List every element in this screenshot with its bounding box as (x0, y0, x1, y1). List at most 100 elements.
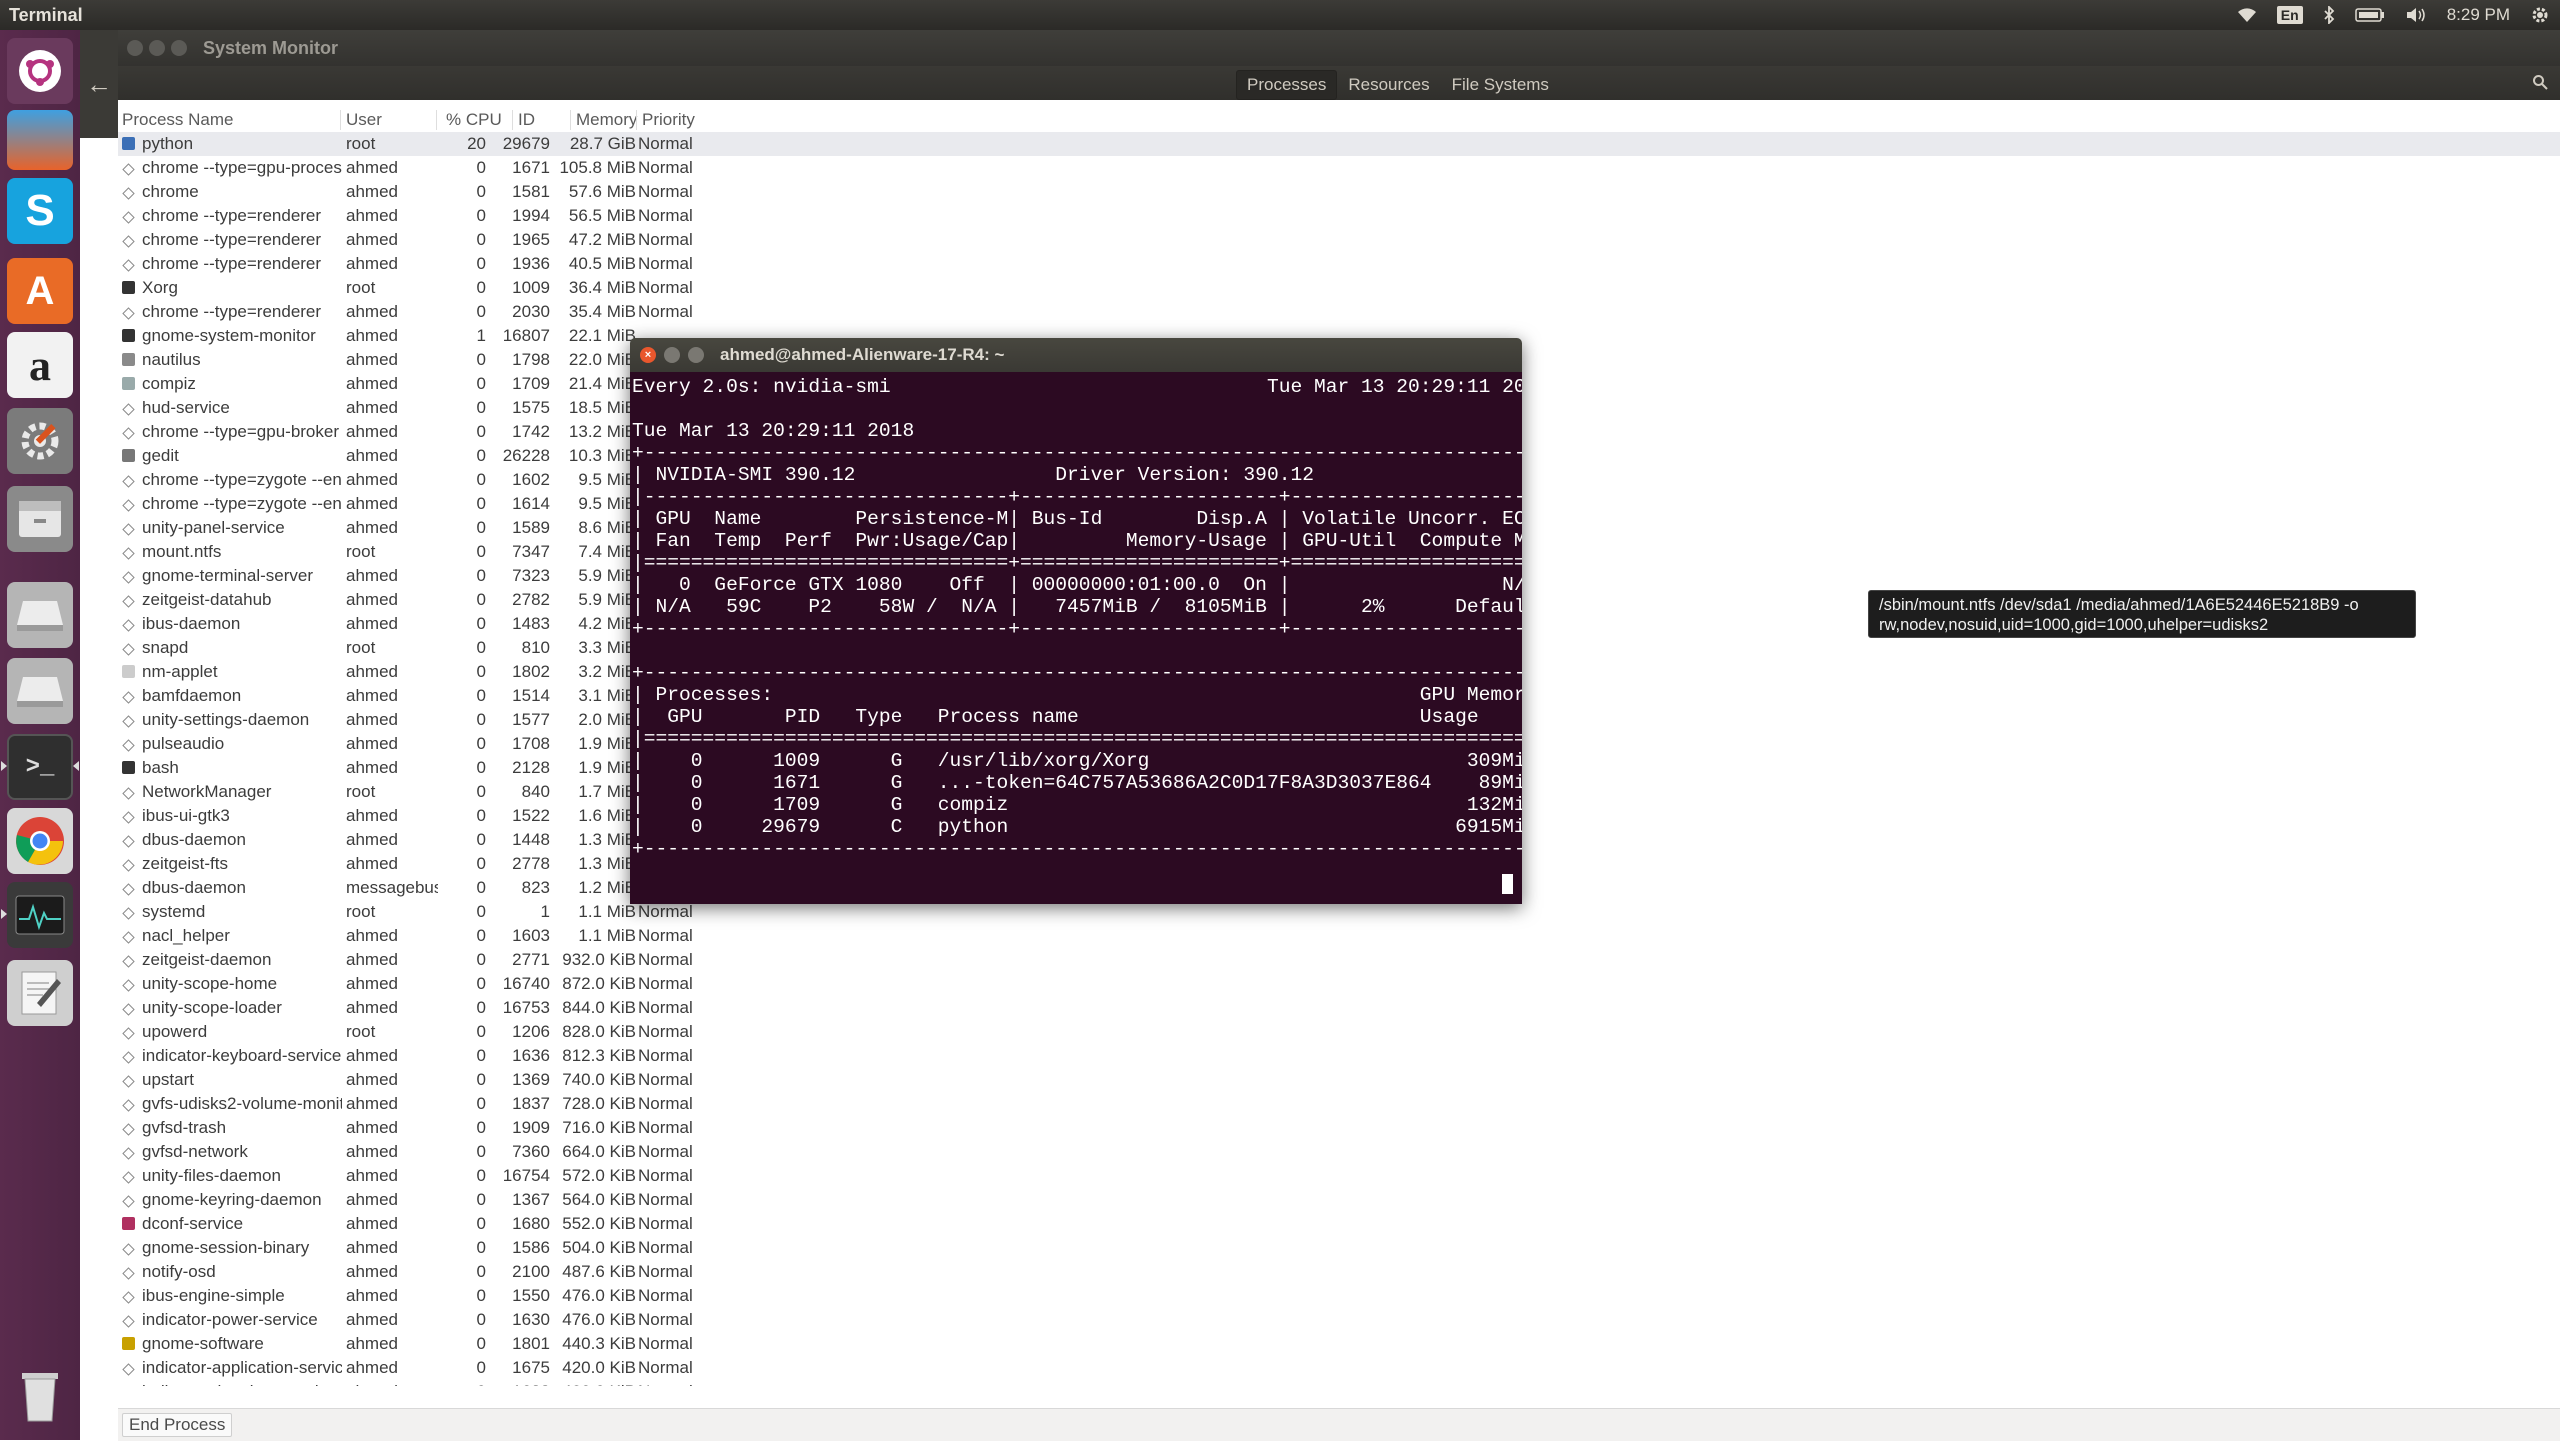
column-header-process-name[interactable]: Process Name (122, 110, 233, 130)
process-cpu: 0 (476, 926, 486, 945)
disk-icon[interactable] (7, 658, 73, 724)
disk-icon[interactable] (7, 582, 73, 648)
process-row[interactable]: python root 20 29679 28.7 GiB Normal (118, 132, 2560, 156)
process-icon (122, 1025, 135, 1040)
files-icon[interactable] (7, 486, 73, 552)
process-row[interactable]: chrome --type=renderer ahmed 0 1965 47.2 MiB… (118, 228, 2560, 252)
close-button[interactable]: × (640, 347, 656, 363)
back-button[interactable]: ← (80, 30, 118, 138)
terminal-titlebar[interactable]: × ahmed@ahmed-Alienware-17-R4: ~ (630, 338, 1522, 372)
process-row[interactable]: dconf-service ahmed 0 1680 552.0 KiB Normal (118, 1212, 2560, 1236)
process-priority: Normal (638, 134, 693, 153)
process-name: zeitgeist-fts (142, 854, 228, 873)
column-divider[interactable] (340, 110, 341, 130)
wifi-icon[interactable] (2237, 7, 2257, 23)
clock[interactable]: 8:29 PM (2447, 5, 2510, 25)
trash-icon[interactable] (7, 1362, 73, 1428)
process-user: ahmed (346, 1142, 398, 1161)
process-icon (122, 497, 135, 512)
maximize-button[interactable] (171, 40, 187, 56)
skype-icon[interactable]: S (7, 178, 73, 244)
process-row[interactable]: notify-osd ahmed 0 2100 487.6 KiB Normal (118, 1260, 2560, 1284)
process-name: chrome --type=renderer (142, 302, 322, 321)
system-monitor-icon[interactable] (7, 882, 73, 948)
tab-processes[interactable]: Processes (1236, 70, 1338, 100)
tab-resources[interactable]: Resources (1337, 70, 1440, 100)
process-row[interactable]: chrome --type=renderer ahmed 0 1936 40.5 MiB… (118, 252, 2560, 276)
process-id: 2778 (512, 854, 550, 873)
keyboard-language-indicator[interactable]: En (2276, 6, 2303, 24)
minimize-button[interactable] (149, 40, 165, 56)
tab-file-systems[interactable]: File Systems (1441, 70, 1560, 100)
column-divider[interactable] (570, 110, 571, 130)
firefox-icon[interactable] (7, 110, 73, 170)
process-name: unity-panel-service (142, 518, 285, 537)
process-name: python (142, 134, 194, 153)
process-row[interactable]: gnome-session-binary ahmed 0 1586 504.0 KiB N… (118, 1236, 2560, 1260)
bluetooth-icon[interactable] (2323, 6, 2335, 24)
terminal-line: +---------------------------------------… (632, 442, 1522, 464)
process-user: ahmed (346, 326, 398, 345)
process-row[interactable]: unity-scope-home ahmed 0 16740 872.0 KiB Norm… (118, 972, 2560, 996)
ubuntu-dash-icon[interactable] (7, 38, 73, 104)
column-header-memory[interactable]: Memory (576, 110, 637, 130)
terminal-line: | 0 GeForce GTX 1080 Off | 00000000:01:0… (632, 574, 1522, 596)
terminal-icon[interactable]: >_ (7, 734, 73, 800)
process-row[interactable]: upstart ahmed 0 1369 740.0 KiB Normal (118, 1068, 2560, 1092)
process-memory: 36.4 MiB (568, 278, 636, 297)
process-row[interactable]: gvfsd-trash ahmed 0 1909 716.0 KiB Normal (118, 1116, 2560, 1140)
process-id: 1603 (512, 926, 550, 945)
column-divider[interactable] (636, 110, 637, 130)
process-icon (122, 953, 135, 968)
minimize-button[interactable] (664, 347, 680, 363)
process-icon (122, 1241, 135, 1256)
close-button[interactable] (127, 40, 143, 56)
terminal-output[interactable]: Every 2.0s: nvidia-smi Tue Mar 13 20:29:… (630, 372, 1522, 904)
process-row[interactable]: gvfsd-network ahmed 0 7360 664.0 KiB Normal (118, 1140, 2560, 1164)
process-row[interactable]: gnome-keyring-daemon ahmed 0 1367 564.0 KiB N… (118, 1188, 2560, 1212)
process-row[interactable]: indicator-datetime-service ahmed0 1633420.… (118, 1380, 2560, 1386)
process-row[interactable]: chrome --type=renderer ahmed 0 1994 56.5 MiB… (118, 204, 2560, 228)
column-header-priority[interactable]: Priority (642, 110, 695, 130)
end-process-button[interactable]: End Process (122, 1413, 233, 1437)
column-divider[interactable] (436, 110, 437, 130)
column-divider[interactable] (512, 110, 513, 130)
process-row[interactable]: unity-scope-loader ahmed 0 16753 844.0 KiB No… (118, 996, 2560, 1020)
system-settings-icon[interactable] (7, 408, 73, 474)
process-row[interactable]: gnome-software ahmed 0 1801 440.3 KiB Normal (118, 1332, 2560, 1356)
process-name: NetworkManager (142, 782, 272, 801)
process-row[interactable]: chrome ahmed 0 1581 57.6 MiB Normal (118, 180, 2560, 204)
process-row[interactable]: Xorg root 0 1009 36.4 MiB Normal (118, 276, 2560, 300)
process-name: gvfs-udisks2-volume-monitor (142, 1094, 342, 1113)
process-cpu: 0 (476, 878, 486, 897)
process-id: 1581 (512, 182, 550, 201)
process-row[interactable]: nacl_helper ahmed 0 1603 1.1 MiB Normal (118, 924, 2560, 948)
process-row[interactable]: chrome --type=gpu-process ahmed 0 1671 105.8… (118, 156, 2560, 180)
volume-icon[interactable] (2405, 6, 2427, 24)
process-row[interactable]: indicator-keyboard-service ahmed 0 1636 812.… (118, 1044, 2560, 1068)
battery-icon[interactable] (2354, 8, 2385, 22)
terminal-line: | GPU Name Persistence-M| Bus-Id Disp.A … (632, 508, 1522, 530)
process-row[interactable]: indicator-power-service ahmed 0 1630 476.0 K… (118, 1308, 2560, 1332)
column-header-id[interactable]: ID (518, 110, 535, 130)
process-row[interactable]: unity-files-daemon ahmed 0 16754 572.0 KiB No… (118, 1164, 2560, 1188)
column-header-cpu[interactable]: % CPU (446, 110, 502, 130)
software-center-icon[interactable]: A (7, 258, 73, 324)
process-row[interactable]: indicator-application-service ahmed 0 1675 4… (118, 1356, 2560, 1380)
process-row[interactable]: upowerd root 0 1206 828.0 KiB Normal (118, 1020, 2560, 1044)
process-row[interactable]: gvfs-udisks2-volume-monitor ahmed 0 1837 728… (118, 1092, 2560, 1116)
process-row[interactable]: chrome --type=renderer ahmed 0 2030 35.4 MiB… (118, 300, 2560, 324)
process-row[interactable]: zeitgeist-daemon ahmed 0 2771 932.0 KiB Norma… (118, 948, 2560, 972)
maximize-button[interactable] (688, 347, 704, 363)
search-icon[interactable] (2532, 74, 2548, 95)
terminal-window[interactable]: × ahmed@ahmed-Alienware-17-R4: ~ Every 2… (630, 338, 1522, 904)
process-row[interactable]: ibus-engine-simple ahmed 0 1550 476.0 KiB Nor… (118, 1284, 2560, 1308)
process-id: 1680 (512, 1214, 550, 1233)
gear-icon[interactable] (2530, 5, 2550, 25)
process-cpu: 0 (476, 278, 486, 297)
amazon-icon[interactable]: a (7, 332, 73, 398)
column-header-user[interactable]: User (346, 110, 382, 130)
terminal-line: | N/A 59C P2 58W / N/A | 7457MiB / 8105M… (632, 596, 1522, 618)
chrome-icon[interactable] (7, 808, 73, 874)
text-editor-icon[interactable] (7, 960, 73, 1026)
